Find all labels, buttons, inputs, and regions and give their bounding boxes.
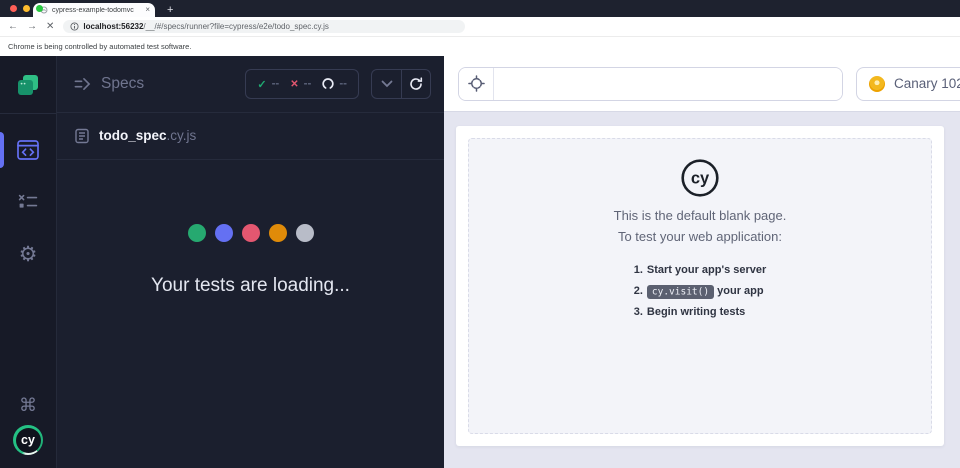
loading-dot — [295, 224, 314, 242]
tab-title: cypress-example-todomvc — [52, 6, 134, 14]
maximize-window-button[interactable] — [36, 5, 43, 12]
browser-select[interactable]: Canary 102 — [856, 66, 960, 101]
chevron-down-icon — [381, 80, 392, 88]
aut-header: Canary 102 — [444, 56, 960, 112]
stat-passed: ✓ -- — [257, 78, 279, 91]
step-1-number: 1. — [633, 263, 643, 276]
spec-file-name: todo_spec.cy.js — [99, 127, 196, 145]
specs-title: Specs — [74, 75, 144, 93]
step-3-text: Begin writing tests — [646, 306, 746, 319]
rerun-button[interactable] — [401, 70, 430, 98]
spec-stats[interactable]: ✓ -- ✕ -- -- — [245, 69, 359, 99]
cypress-logo-text: cy — [15, 427, 41, 453]
sidebar: ⚙ ⌘ cy — [0, 56, 57, 468]
window-controls[interactable] — [10, 5, 43, 12]
sidebar-item-shortcuts[interactable]: ⌘ — [0, 385, 56, 425]
stat-failed: ✕ -- — [290, 78, 311, 90]
automation-banner: Chrome is being controlled by automated … — [0, 36, 960, 56]
loading-dots — [187, 224, 314, 242]
specs-arrow-icon — [74, 78, 91, 90]
blank-page: cy This is the default blank page. To te… — [468, 138, 932, 434]
cypress-logo[interactable]: cy — [13, 425, 43, 455]
refresh-icon — [410, 77, 423, 90]
browser-tab-bar: cypress-example-todomvc × + — [0, 0, 960, 17]
aut-frame: cy This is the default blank page. To te… — [456, 126, 944, 446]
sidebar-divider — [0, 113, 56, 114]
blank-page-line1: This is the default blank page. — [613, 208, 787, 223]
back-button[interactable]: ← — [8, 21, 18, 32]
loading-dot — [214, 224, 233, 242]
url-host: localhost:56232 — [83, 22, 144, 31]
stat-passed-value: -- — [271, 78, 280, 90]
tab-close-icon[interactable]: × — [145, 6, 150, 14]
loading-dot — [268, 224, 287, 242]
spec-extension: .cy.js — [166, 128, 197, 143]
pending-circle-icon — [322, 78, 334, 89]
collapse-button[interactable] — [372, 70, 401, 98]
step-1: 1. Start your app's server — [634, 260, 767, 281]
project-windows-icon — [18, 74, 38, 95]
step-2: 2. cy.visit() your app — [634, 281, 767, 302]
step-3: 3. Begin writing tests — [634, 302, 767, 323]
forward-button[interactable]: → — [27, 21, 37, 32]
aut-url-group — [458, 66, 843, 101]
loading-dot — [241, 224, 260, 242]
checklist-icon — [18, 194, 38, 208]
browser-tab[interactable]: cypress-example-todomvc × — [33, 3, 155, 17]
spec-name: todo_spec — [99, 128, 167, 143]
step-2-code: cy.visit() — [646, 284, 715, 299]
stat-pending-value: -- — [339, 78, 347, 90]
browser-select-label: Canary 102 — [894, 76, 960, 91]
crosshair-icon — [467, 75, 485, 92]
loading-text: Your tests are loading... — [151, 275, 350, 296]
browser-toolbar: ← → ✕ localhost:56232/__/#/specs/runner?… — [0, 17, 960, 36]
sidebar-item-runs[interactable] — [0, 182, 56, 222]
chrome-canary-icon — [869, 75, 885, 92]
specs-title-label: Specs — [101, 75, 145, 92]
specs-browser-code-icon — [17, 140, 39, 160]
spec-header-buttons — [371, 69, 431, 99]
step-1-text: Start your app's server — [646, 263, 767, 276]
spec-file-row[interactable]: todo_spec.cy.js — [57, 113, 444, 160]
aut-url-input[interactable] — [494, 67, 842, 100]
blank-page-logo-text: cy — [691, 170, 710, 188]
active-indicator — [0, 132, 4, 168]
check-icon: ✓ — [257, 78, 267, 91]
step-2-text: your app — [717, 285, 764, 298]
command-icon: ⌘ — [19, 394, 37, 415]
sidebar-item-specs[interactable] — [0, 130, 56, 170]
url-path: /__/#/specs/runner?file=cypress/e2e/todo… — [143, 22, 329, 31]
stop-button[interactable]: ✕ — [46, 21, 54, 32]
minimize-window-button[interactable] — [23, 5, 30, 12]
selector-playground-button[interactable] — [459, 67, 494, 100]
blank-page-steps: 1. Start your app's server 2. cy.visit() y… — [634, 260, 767, 324]
cypress-blank-page-logo: cy — [681, 159, 719, 197]
page-info-icon[interactable] — [70, 22, 79, 31]
aut-panel: Canary 102 cy This is the default blank … — [444, 56, 960, 468]
blank-page-line2: To test your web application: — [617, 228, 783, 244]
url-text: localhost:56232/__/#/specs/runner?file=c… — [83, 22, 329, 31]
gear-icon: ⚙ — [18, 242, 38, 266]
stat-pending: -- — [322, 78, 347, 90]
sidebar-item-settings[interactable]: ⚙ — [0, 234, 56, 274]
stat-failed-value: -- — [303, 78, 312, 90]
loading-area: Your tests are loading... — [57, 160, 444, 468]
aut-body: cy This is the default blank page. To te… — [444, 112, 960, 468]
close-window-button[interactable] — [10, 5, 17, 12]
automation-banner-text: Chrome is being controlled by automated … — [8, 42, 192, 51]
loading-dot — [187, 224, 206, 242]
step-3-number: 3. — [633, 306, 643, 319]
spec-file-icon — [75, 128, 89, 144]
address-bar[interactable]: localhost:56232/__/#/specs/runner?file=c… — [63, 20, 466, 33]
cypress-app: ⚙ ⌘ cy Specs ✓ -- ✕ -- -- todo_spec.cy.j… — [0, 56, 960, 468]
cross-icon: ✕ — [290, 78, 299, 90]
specs-panel: Specs ✓ -- ✕ -- -- todo_spec.cy.js Your … — [57, 56, 444, 468]
sidebar-item-project[interactable] — [0, 56, 56, 113]
specs-header: Specs ✓ -- ✕ -- -- — [57, 56, 444, 113]
new-tab-button[interactable]: + — [163, 3, 177, 17]
step-2-number: 2. — [633, 285, 643, 298]
